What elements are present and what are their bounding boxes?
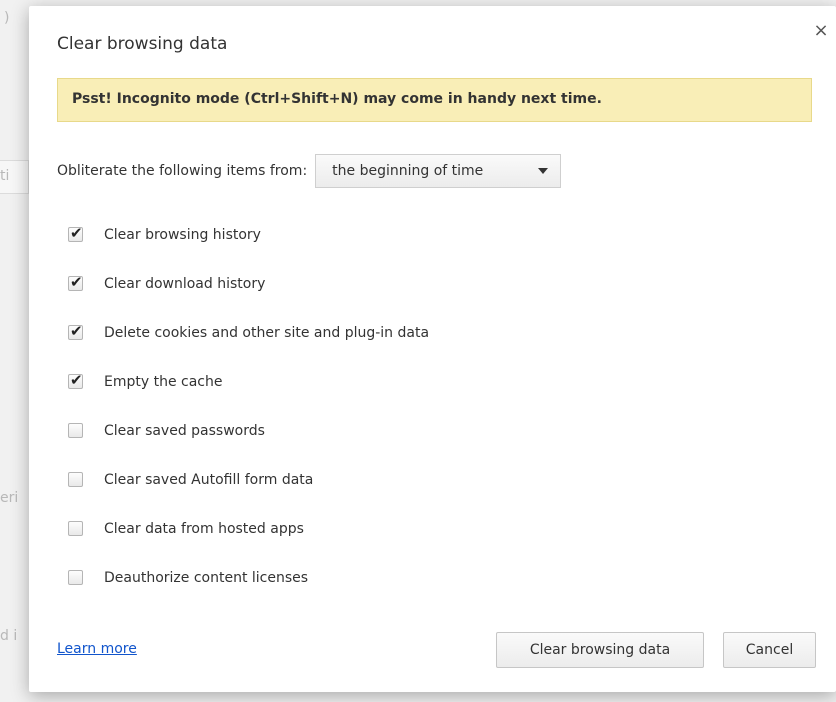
timerange-row: Obliterate the following items from: the… — [57, 153, 562, 189]
checkbox-label: Delete cookies and other site and plug-i… — [104, 324, 430, 341]
data-type-checklist: ✔ Clear browsing history ✔ Clear downloa… — [68, 210, 429, 602]
dropdown-arrow-icon — [538, 168, 549, 174]
checkbox[interactable] — [68, 423, 83, 438]
incognito-tip-banner: Psst! Incognito mode (Ctrl+Shift+N) may … — [57, 78, 812, 122]
checkbox[interactable]: ✔ — [68, 322, 83, 340]
checkbox-item-download-history[interactable]: ✔ Clear download history — [68, 259, 429, 308]
checkbox-item-passwords[interactable]: Clear saved passwords — [68, 406, 429, 455]
clear-browsing-data-button[interactable]: Clear browsing data — [496, 632, 704, 668]
timerange-select[interactable]: the beginning of time — [315, 154, 562, 188]
checkbox-item-browsing-history[interactable]: ✔ Clear browsing history — [68, 210, 429, 259]
background-text-fragment: eri — [0, 490, 19, 506]
checkbox-label: Clear saved Autofill form data — [104, 471, 314, 488]
checkbox[interactable]: ✔ — [68, 224, 83, 242]
checkbox-label: Clear data from hosted apps — [104, 520, 304, 537]
checkbox-label: Deauthorize content licenses — [104, 569, 309, 586]
checkmark-icon: ✔ — [70, 224, 83, 242]
timerange-label: Obliterate the following items from: — [57, 163, 308, 179]
learn-more-link[interactable]: Learn more — [57, 641, 137, 657]
checkbox-label: Clear browsing history — [104, 226, 261, 243]
timerange-selected-value: the beginning of time — [332, 163, 484, 179]
checkbox-label: Clear saved passwords — [104, 422, 265, 439]
banner-text: Psst! Incognito mode (Ctrl+Shift+N) may … — [72, 91, 602, 107]
background-text-fragment: ) — [4, 10, 10, 26]
checkmark-icon: ✔ — [70, 371, 83, 389]
background-text-fragment: ti — [0, 168, 10, 184]
checkbox-item-autofill[interactable]: Clear saved Autofill form data — [68, 455, 429, 504]
checkmark-icon: ✔ — [70, 322, 83, 340]
checkbox[interactable]: ✔ — [68, 371, 83, 389]
checkbox-label: Empty the cache — [104, 373, 223, 390]
checkbox[interactable] — [68, 521, 83, 536]
checkbox[interactable] — [68, 570, 83, 585]
checkmark-icon: ✔ — [70, 273, 83, 291]
background-text-fragment: d i — [0, 628, 18, 644]
checkbox[interactable] — [68, 472, 83, 487]
dialog-title: Clear browsing data — [57, 34, 228, 54]
checkbox-item-hosted-apps[interactable]: Clear data from hosted apps — [68, 504, 429, 553]
cancel-button[interactable]: Cancel — [723, 632, 816, 668]
checkbox[interactable]: ✔ — [68, 273, 83, 291]
clear-browsing-data-dialog: Clear browsing data × Psst! Incognito mo… — [29, 6, 836, 692]
checkbox-item-content-licenses[interactable]: Deauthorize content licenses — [68, 553, 429, 602]
checkbox-item-cookies[interactable]: ✔ Delete cookies and other site and plug… — [68, 308, 429, 357]
close-icon[interactable]: × — [812, 22, 830, 40]
checkbox-label: Clear download history — [104, 275, 266, 292]
checkbox-item-cache[interactable]: ✔ Empty the cache — [68, 357, 429, 406]
